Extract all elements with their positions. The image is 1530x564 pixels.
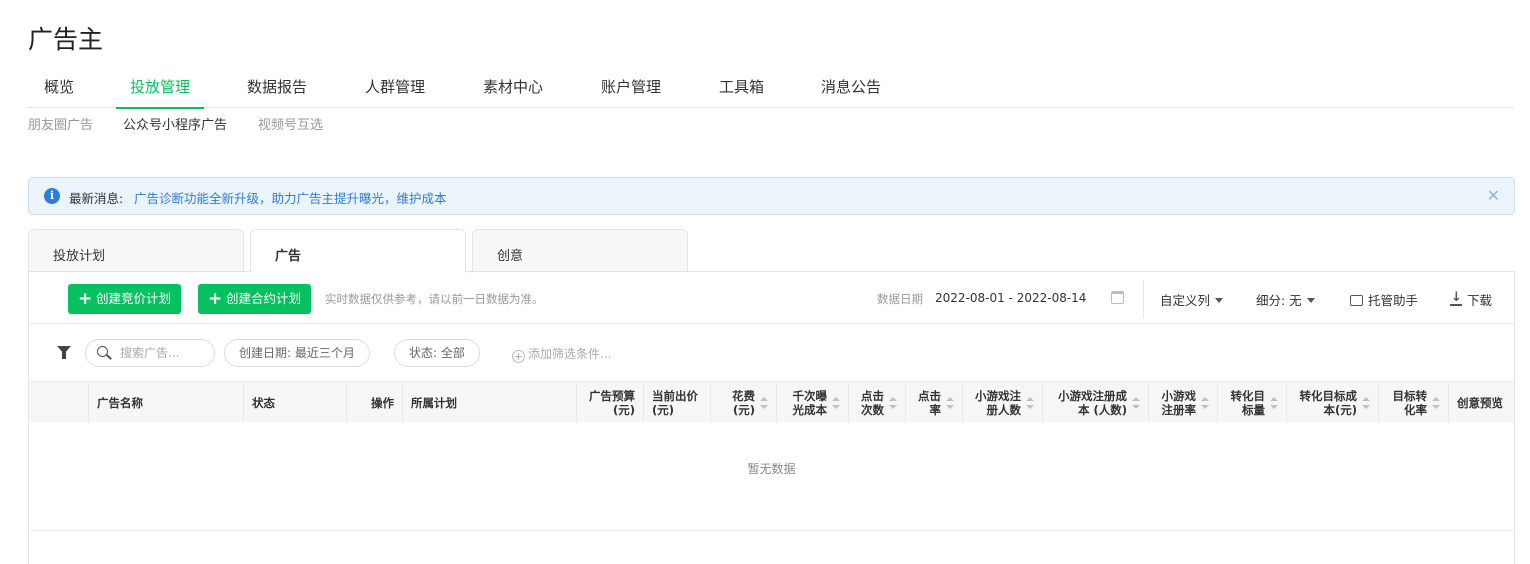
assistant-label: 托管助手	[1368, 293, 1419, 308]
notice-label: 最新消息:	[69, 191, 124, 206]
column-header-minigame-registrations[interactable]: 小游戏注 册人数	[963, 382, 1043, 423]
nav-tab-delivery[interactable]: 投放管理	[115, 74, 205, 109]
app-title: 广告主	[28, 25, 104, 54]
sub-nav-moments-ads[interactable]: 朋友圈广告	[28, 114, 93, 133]
sub-nav-official-account-ads[interactable]: 公众号小程序广告	[123, 114, 227, 133]
table-header: 广告名称 状态 操作 所属计划 广告预算 (元) 当前出价 (元) 花费 (元)…	[29, 381, 1514, 423]
create-bid-plan-label: 创建竞价计划	[96, 291, 172, 306]
content-tab-creatives[interactable]: 创意	[472, 229, 688, 272]
nav-tab-audience[interactable]: 人群管理	[365, 74, 425, 108]
assistant-button[interactable]: 托管助手	[1350, 290, 1418, 309]
created-date-filter[interactable]: 创建日期: 最近三个月	[224, 339, 370, 367]
column-header-current-bid: 当前出价 (元)	[644, 382, 711, 423]
empty-state-text: 暂无数据	[747, 462, 796, 476]
nav-tab-account[interactable]: 账户管理	[601, 74, 661, 108]
toolbar: + 创建竞价计划 + 创建合约计划 实时数据仅供参考，请以前一日数据为准。 数据…	[29, 272, 1514, 324]
sort-icon	[760, 396, 768, 409]
sort-icon	[1362, 396, 1370, 409]
column-header-minigame-registration-rate[interactable]: 小游戏 注册率	[1149, 382, 1218, 423]
date-label: 数据日期	[877, 292, 923, 306]
notice-message-link[interactable]: 广告诊断功能全新升级，助力广告主提升曝光，维护成本	[134, 188, 447, 207]
sort-icon	[1201, 396, 1209, 409]
column-header-ad-name: 广告名称	[89, 382, 244, 423]
date-range-picker[interactable]: 2022-08-01 - 2022-08-14	[935, 291, 1086, 305]
create-bid-plan-button[interactable]: + 创建竞价计划	[68, 284, 182, 314]
breakdown-dropdown[interactable]: 细分: 无	[1256, 290, 1315, 309]
search-box[interactable]	[85, 339, 215, 367]
column-header-minigame-registration-cost[interactable]: 小游戏注册成 本 (人数)	[1043, 382, 1149, 423]
nav-tab-toolbox[interactable]: 工具箱	[719, 74, 764, 108]
sort-icon	[1026, 396, 1034, 409]
search-icon	[97, 346, 108, 357]
notice-banner: i 最新消息: 广告诊断功能全新升级，助力广告主提升曝光，维护成本 ✕	[28, 177, 1515, 215]
sort-icon	[1132, 396, 1140, 409]
info-icon: i	[44, 188, 60, 204]
caret-down-icon	[1306, 298, 1315, 303]
content-tab-ads[interactable]: 广告	[250, 229, 466, 273]
add-filter-label: 添加筛选条件...	[528, 347, 612, 361]
column-header-conversion-volume[interactable]: 转化目 标量	[1218, 382, 1287, 423]
close-icon[interactable]: ✕	[1487, 186, 1500, 205]
column-header-status: 状态	[244, 382, 347, 423]
column-header-conversion-rate[interactable]: 目标转 化率	[1379, 382, 1449, 423]
create-contract-plan-button[interactable]: + 创建合约计划	[198, 284, 312, 314]
column-header-cpm[interactable]: 千次曝 光成本	[777, 382, 849, 423]
sort-icon	[1432, 396, 1440, 409]
sub-nav-channels-ads[interactable]: 视频号互选	[258, 114, 323, 133]
column-header-actions: 操作	[347, 382, 403, 423]
column-header-plan: 所属计划	[403, 382, 577, 423]
sort-icon	[946, 396, 954, 409]
column-header-conversion-cost[interactable]: 转化目标成 本(元)	[1287, 382, 1379, 423]
column-header-spend[interactable]: 花费 (元)	[711, 382, 777, 423]
create-contract-plan-label: 创建合约计划	[226, 291, 302, 306]
page: 广告主 概览 投放管理 数据报告 人群管理 素材中心 账户管理 工具箱 消息公告…	[0, 0, 1530, 564]
ads-panel: + 创建竞价计划 + 创建合约计划 实时数据仅供参考，请以前一日数据为准。 数据…	[28, 271, 1515, 564]
download-button[interactable]: 下载	[1450, 290, 1492, 309]
nav-tab-reports[interactable]: 数据报告	[247, 74, 307, 108]
column-header-clicks[interactable]: 点击 次数	[849, 382, 906, 423]
filter-bar: 创建日期: 最近三个月 状态: 全部 +添加筛选条件...	[29, 325, 1514, 381]
search-input[interactable]	[120, 346, 204, 360]
add-circle-icon: +	[512, 350, 525, 363]
nav-tab-assets[interactable]: 素材中心	[483, 74, 543, 108]
empty-state: 暂无数据	[29, 422, 1514, 531]
download-icon	[1450, 290, 1462, 306]
status-filter[interactable]: 状态: 全部	[394, 339, 480, 367]
filter-icon[interactable]	[57, 346, 71, 359]
main-nav: 概览 投放管理 数据报告 人群管理 素材中心 账户管理 工具箱 消息公告	[28, 74, 1514, 109]
column-header-ad-budget: 广告预算 (元)	[577, 382, 644, 423]
add-filter-button[interactable]: + 添加筛选条件...	[512, 345, 611, 363]
plus-icon: +	[208, 289, 223, 309]
sort-icon	[889, 396, 897, 409]
content-tab-plans[interactable]: 投放计划	[28, 229, 244, 272]
sort-icon	[832, 396, 840, 409]
caret-down-icon	[1215, 298, 1224, 303]
nav-tab-overview[interactable]: 概览	[44, 74, 74, 108]
sort-icon	[1270, 396, 1278, 409]
column-header-creative-preview: 创意预览	[1457, 395, 1503, 410]
assistant-icon	[1350, 295, 1363, 306]
nav-tab-announcements[interactable]: 消息公告	[821, 74, 881, 108]
toolbar-divider	[1143, 280, 1144, 318]
realtime-data-tip: 实时数据仅供参考，请以前一日数据为准。	[325, 292, 544, 306]
download-label: 下载	[1467, 293, 1493, 308]
calendar-icon[interactable]	[1111, 291, 1124, 304]
column-header-ctr[interactable]: 点击 率	[906, 382, 963, 423]
select-column-header[interactable]	[29, 382, 89, 423]
custom-columns-label: 自定义列	[1160, 293, 1211, 308]
plus-icon: +	[78, 289, 93, 309]
breakdown-label: 细分: 无	[1256, 293, 1302, 308]
custom-columns-dropdown[interactable]: 自定义列	[1160, 290, 1224, 309]
